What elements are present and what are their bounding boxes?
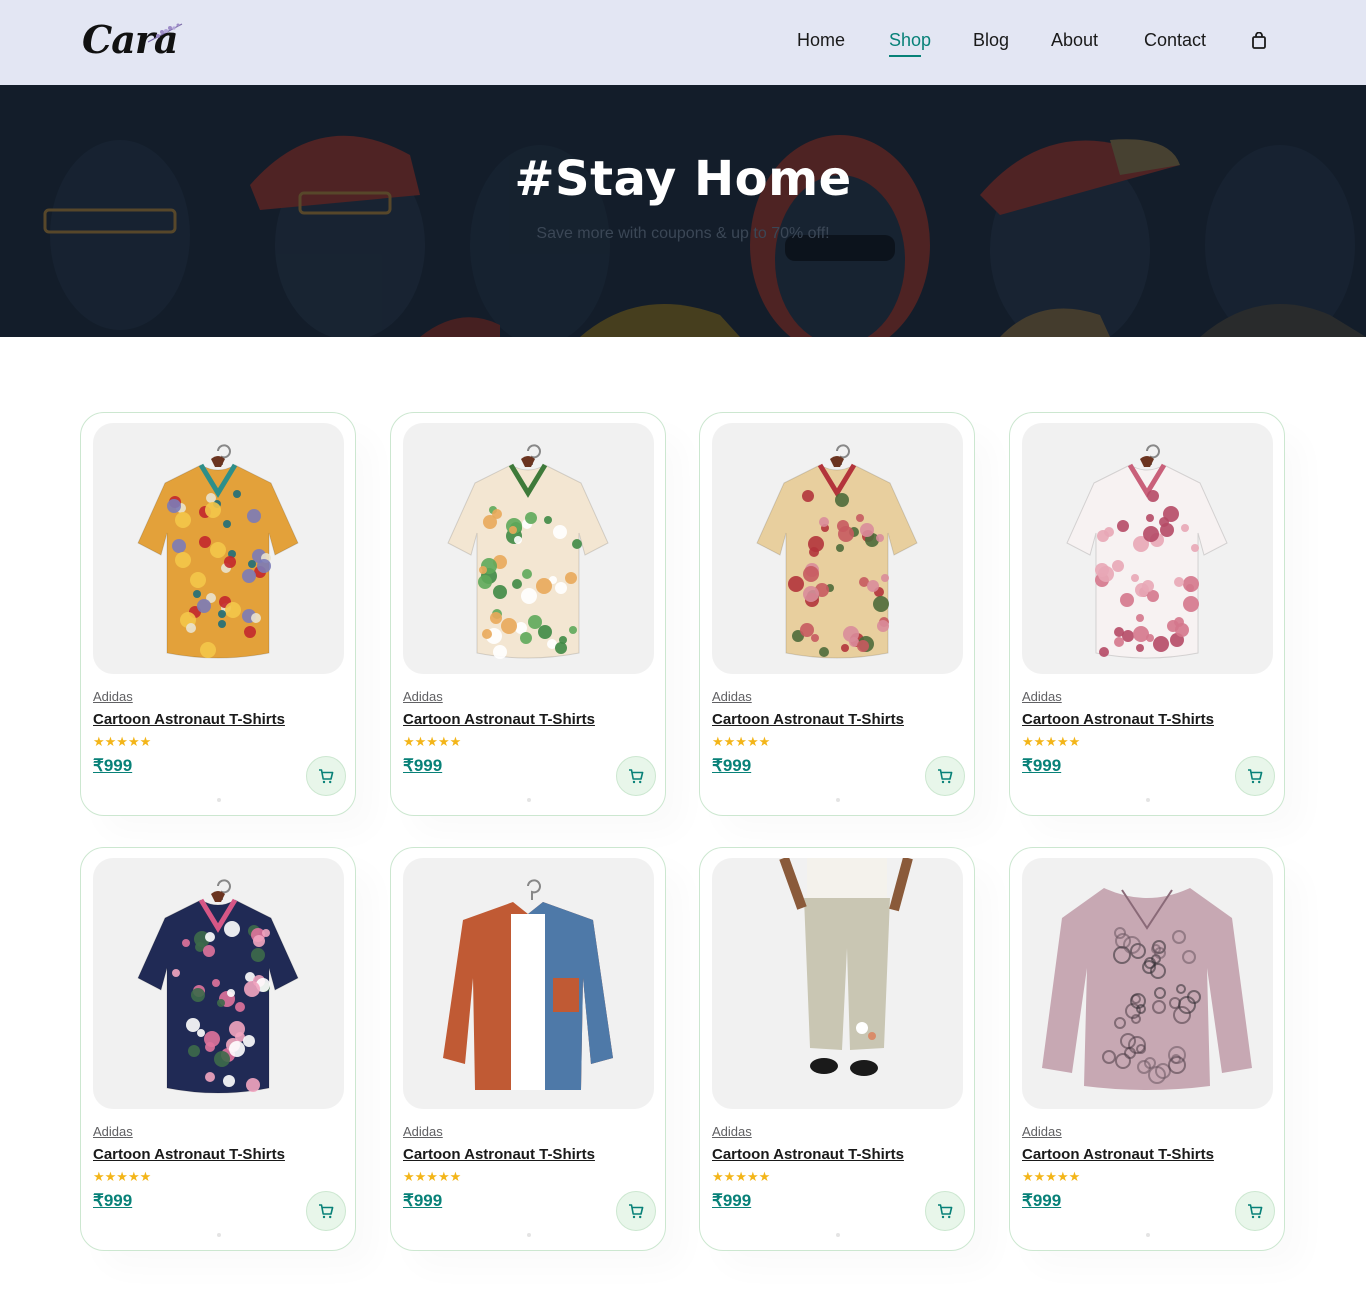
product-name[interactable]: Cartoon Astronaut T-Shirts — [93, 711, 285, 728]
site-header: Cara Home Shop Blog About Contact — [0, 0, 1366, 85]
nav-blog[interactable]: Blog — [973, 30, 1009, 51]
product-brand[interactable]: Adidas — [712, 1124, 752, 1139]
rating-stars: ★★★★★ — [1022, 735, 1081, 750]
product-card[interactable]: Adidas Cartoon Astronaut T-Shirts ★★★★★ … — [390, 847, 666, 1251]
product-card[interactable]: Adidas Cartoon Astronaut T-Shirts ★★★★★ … — [390, 412, 666, 816]
cart-icon — [1248, 1203, 1263, 1218]
product-card[interactable]: Adidas Cartoon Astronaut T-Shirts ★★★★★ … — [699, 847, 975, 1251]
rating-stars: ★★★★★ — [712, 735, 771, 750]
product-image-white-blossom-shirt[interactable] — [1022, 423, 1273, 674]
banner-subtitle: Save more with coupons & up to 70% off! — [536, 225, 830, 242]
cart-icon — [319, 1203, 334, 1218]
add-to-cart-button[interactable] — [925, 1191, 965, 1231]
rating-stars: ★★★★★ — [93, 735, 152, 750]
add-to-cart-button[interactable] — [306, 1191, 346, 1231]
product-price: ₹999 — [1022, 1191, 1062, 1210]
product-price: ₹999 — [712, 1191, 752, 1210]
card-dot — [217, 798, 221, 802]
product-name[interactable]: Cartoon Astronaut T-Shirts — [1022, 1146, 1214, 1163]
product-card[interactable]: Adidas Cartoon Astronaut T-Shirts ★★★★★ … — [1009, 412, 1285, 816]
product-price: ₹999 — [712, 756, 752, 775]
product-brand[interactable]: Adidas — [1022, 1124, 1062, 1139]
card-dot — [527, 1233, 531, 1237]
product-card[interactable]: Adidas Cartoon Astronaut T-Shirts ★★★★★ … — [80, 847, 356, 1251]
nav-shop[interactable]: Shop — [889, 30, 931, 57]
add-to-cart-button[interactable] — [616, 756, 656, 796]
card-dot — [1146, 798, 1150, 802]
add-to-cart-button[interactable] — [1235, 1191, 1275, 1231]
card-dot — [217, 1233, 221, 1237]
hero-banner: #Stay Home Save more with coupons & up t… — [0, 85, 1366, 337]
nav-home[interactable]: Home — [797, 30, 845, 51]
cart-icon — [629, 768, 644, 783]
product-price: ₹999 — [93, 756, 133, 775]
add-to-cart-button[interactable] — [925, 756, 965, 796]
rating-stars: ★★★★★ — [403, 735, 462, 750]
product-brand[interactable]: Adidas — [1022, 689, 1062, 704]
card-dot — [836, 798, 840, 802]
cart-icon — [629, 1203, 644, 1218]
product-image-floral-shirt[interactable] — [712, 423, 963, 674]
nav-about[interactable]: About — [1051, 30, 1098, 51]
add-to-cart-button[interactable] — [306, 756, 346, 796]
logo[interactable]: Cara — [82, 14, 192, 66]
lavender-sprig-icon — [147, 23, 183, 43]
banner-illustration — [0, 85, 1366, 337]
product-image-abstract-print-shirt[interactable] — [93, 423, 344, 674]
card-dot — [836, 1233, 840, 1237]
product-price: ₹999 — [1022, 756, 1062, 775]
card-dot — [527, 798, 531, 802]
nav-contact[interactable]: Contact — [1144, 30, 1206, 51]
product-price: ₹999 — [403, 756, 443, 775]
product-card[interactable]: Adidas Cartoon Astronaut T-Shirts ★★★★★ … — [80, 412, 356, 816]
rating-stars: ★★★★★ — [712, 1170, 771, 1185]
product-name[interactable]: Cartoon Astronaut T-Shirts — [403, 711, 595, 728]
product-card[interactable]: Adidas Cartoon Astronaut T-Shirts ★★★★★ … — [699, 412, 975, 816]
product-name[interactable]: Cartoon Astronaut T-Shirts — [1022, 711, 1214, 728]
product-image-lily-print-shirt[interactable] — [403, 423, 654, 674]
product-brand[interactable]: Adidas — [712, 689, 752, 704]
rating-stars: ★★★★★ — [93, 1170, 152, 1185]
product-name[interactable]: Cartoon Astronaut T-Shirts — [712, 1146, 904, 1163]
product-card[interactable]: Adidas Cartoon Astronaut T-Shirts ★★★★★ … — [1009, 847, 1285, 1251]
product-name[interactable]: Cartoon Astronaut T-Shirts — [93, 1146, 285, 1163]
product-image-navy-rose-shirt[interactable] — [93, 858, 344, 1109]
shopping-bag-icon[interactable] — [1251, 32, 1267, 50]
banner-title: #Stay Home — [514, 151, 852, 207]
rating-stars: ★★★★★ — [1022, 1170, 1081, 1185]
product-price: ₹999 — [403, 1191, 443, 1210]
product-image-linen-trousers[interactable] — [712, 858, 963, 1109]
product-price: ₹999 — [93, 1191, 133, 1210]
product-brand[interactable]: Adidas — [93, 1124, 133, 1139]
product-brand[interactable]: Adidas — [403, 1124, 443, 1139]
product-name[interactable]: Cartoon Astronaut T-Shirts — [712, 711, 904, 728]
product-name[interactable]: Cartoon Astronaut T-Shirts — [403, 1146, 595, 1163]
cart-icon — [938, 1203, 953, 1218]
add-to-cart-button[interactable] — [616, 1191, 656, 1231]
rating-stars: ★★★★★ — [403, 1170, 462, 1185]
cart-icon — [319, 768, 334, 783]
product-image-colorblock-jacket[interactable] — [403, 858, 654, 1109]
cart-icon — [1248, 768, 1263, 783]
add-to-cart-button[interactable] — [1235, 756, 1275, 796]
product-brand[interactable]: Adidas — [93, 689, 133, 704]
card-dot — [1146, 1233, 1150, 1237]
product-brand[interactable]: Adidas — [403, 689, 443, 704]
cart-icon — [938, 768, 953, 783]
product-image-cat-print-blouse[interactable] — [1022, 858, 1273, 1109]
